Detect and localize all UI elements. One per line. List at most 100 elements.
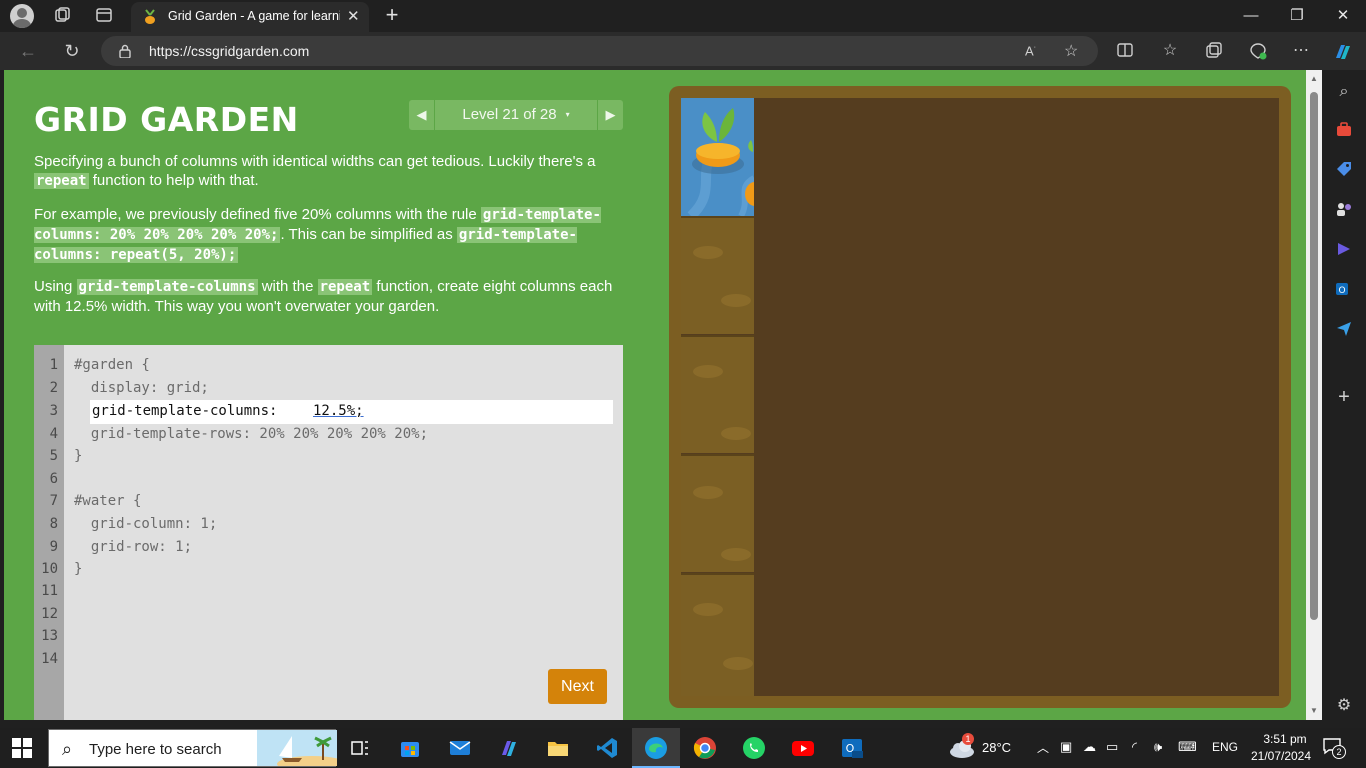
level-label-text: Level 21 of 28 — [462, 106, 557, 123]
active-tab[interactable]: Grid Garden - A game for learnin ✕ — [131, 2, 369, 32]
level-dropdown[interactable]: Level 21 of 28 ▾ — [435, 100, 597, 130]
line-number: 3 — [49, 403, 58, 419]
instruction-text: with the — [257, 278, 318, 295]
next-level-button[interactable]: ▶ — [597, 100, 623, 130]
read-aloud-icon[interactable]: Aᐧ — [1025, 43, 1036, 58]
close-window-button[interactable]: ✕ — [1320, 0, 1366, 32]
windows-start-icon[interactable] — [12, 738, 32, 758]
meet-now-icon[interactable]: ▣ — [1060, 739, 1072, 755]
notification-count-badge: 2 — [1332, 745, 1346, 759]
css-editor: 1 2 3 4 5 6 7 8 9 10 11 12 13 14 #garden… — [34, 345, 623, 720]
clock-date[interactable]: 21/07/2024 — [1248, 749, 1314, 763]
wifi-icon[interactable]: ◜ — [1132, 739, 1137, 755]
tab-actions-icon[interactable] — [94, 6, 114, 26]
task-view-icon[interactable] — [348, 736, 372, 760]
line-number: 2 — [49, 380, 58, 396]
split-screen-icon[interactable] — [1114, 41, 1136, 63]
send-icon[interactable] — [1332, 320, 1356, 344]
volume-icon[interactable]: 🕪 — [1154, 739, 1162, 755]
carrot-icon — [692, 108, 744, 174]
search-icon: ⌕ — [62, 739, 73, 759]
add-sidebar-app-icon[interactable]: + — [1332, 385, 1356, 409]
instruction-text: . This can be simplified as — [280, 226, 457, 243]
input-value-text[interactable]: 12.5%; — [313, 403, 364, 419]
line-number: 6 — [49, 471, 58, 487]
address-bar-row: ← ↻ https://cssgridgarden.com Aᐧ ☆ ☆ ⋯ — [0, 32, 1366, 70]
input-property-text: grid-template-columns: — [92, 403, 286, 419]
line-number: 9 — [49, 539, 58, 555]
grid-garden-favicon-icon — [145, 9, 155, 24]
scroll-thumb[interactable] — [1310, 92, 1318, 620]
outlook-icon[interactable]: O — [1332, 280, 1356, 304]
line-number: 4 — [49, 426, 58, 442]
scroll-up-icon[interactable]: ▲ — [1310, 74, 1318, 83]
profile-avatar-icon[interactable] — [10, 4, 34, 28]
more-options-icon[interactable]: ⋯ — [1290, 41, 1312, 63]
refresh-button[interactable]: ↻ — [60, 40, 84, 62]
microsoft-store-icon[interactable] — [398, 736, 422, 760]
css-answer-input[interactable]: grid-template-columns: 12.5%; — [90, 400, 613, 424]
code-snippet: repeat — [317, 279, 373, 295]
favorite-star-icon[interactable]: ☆ — [1064, 41, 1078, 61]
chrome-icon[interactable] — [693, 736, 717, 760]
games-icon[interactable] — [1332, 200, 1356, 224]
garden-soil — [681, 98, 1279, 696]
url-field[interactable]: https://cssgridgarden.com Aᐧ ☆ — [101, 36, 1098, 66]
search-icon[interactable]: ⌕ — [1332, 80, 1356, 104]
line-number: 13 — [41, 628, 58, 644]
page-scrollbar[interactable]: ▲ ▼ — [1306, 70, 1322, 720]
instruction-text: Using — [34, 278, 77, 295]
instruction-paragraph-2: For example, we previously defined five … — [34, 205, 604, 265]
weather-alert-badge: 1 — [962, 733, 974, 745]
battery-icon[interactable]: ▭ — [1106, 739, 1118, 755]
tab-close-icon[interactable]: ✕ — [347, 7, 360, 25]
keyboard-icon[interactable]: ⌨ — [1178, 739, 1197, 755]
maximize-button[interactable]: ❐ — [1274, 0, 1320, 32]
line-number: 8 — [49, 516, 58, 532]
garden-board — [669, 86, 1291, 708]
tools-icon[interactable] — [1332, 120, 1356, 144]
line-number: 14 — [41, 651, 58, 667]
clock-time[interactable]: 3:51 pm — [1258, 732, 1312, 746]
browser-titlebar: Grid Garden - A game for learnin ✕ + — ❐… — [0, 0, 1366, 32]
next-button[interactable]: Next — [548, 669, 607, 704]
copilot-icon[interactable] — [1332, 41, 1354, 63]
notification-center-icon[interactable]: 2 — [1322, 737, 1348, 759]
previous-level-button[interactable]: ◀ — [409, 100, 435, 130]
caret-down-icon: ▾ — [565, 110, 570, 119]
edge-taskbar-button[interactable] — [632, 728, 680, 768]
input-language[interactable]: ENG — [1212, 740, 1238, 754]
game-title: GRID GARDEN — [34, 100, 299, 139]
shopping-tag-icon[interactable] — [1332, 160, 1356, 184]
collections-icon[interactable] — [1203, 41, 1225, 63]
scroll-down-icon[interactable]: ▼ — [1310, 706, 1318, 715]
copilot-taskbar-icon[interactable] — [497, 736, 521, 760]
favorites-icon[interactable]: ☆ — [1159, 41, 1181, 63]
lock-icon[interactable] — [119, 44, 131, 58]
instruction-paragraph-3: Using grid-template-columns with the rep… — [34, 277, 624, 316]
soil-cell — [681, 335, 754, 453]
vscode-icon[interactable] — [595, 736, 619, 760]
show-hidden-icons-chevron-icon[interactable]: ︿ — [1037, 739, 1049, 756]
onedrive-cloud-icon[interactable]: ☁ — [1083, 739, 1096, 755]
line-number: 7 — [49, 493, 58, 509]
weather-cloud-icon[interactable]: 1 — [948, 733, 976, 759]
settings-gear-icon[interactable]: ⚙ — [1332, 694, 1356, 718]
level-navigator: ◀ Level 21 of 28 ▾ ▶ — [409, 100, 623, 130]
whatsapp-icon[interactable] — [742, 736, 766, 760]
weather-temperature[interactable]: 28°C — [982, 740, 1011, 755]
code-line: grid-column: 1; — [74, 516, 218, 532]
browser-essentials-icon[interactable] — [1247, 41, 1269, 63]
youtube-icon[interactable] — [791, 736, 815, 760]
minimize-button[interactable]: — — [1228, 0, 1274, 32]
new-tab-button[interactable]: + — [382, 3, 402, 27]
mail-icon[interactable] — [448, 736, 472, 760]
file-explorer-icon[interactable] — [546, 736, 570, 760]
workspaces-icon[interactable] — [52, 6, 72, 26]
copilot-sidebar-icon[interactable] — [1332, 240, 1356, 264]
back-button[interactable]: ← — [16, 40, 40, 62]
line-number: 5 — [49, 448, 58, 464]
taskbar-search-field[interactable]: ⌕ Type here to search — [48, 729, 337, 767]
line-number: 1 — [49, 357, 58, 373]
outlook-new-icon[interactable]: O — [840, 736, 864, 760]
